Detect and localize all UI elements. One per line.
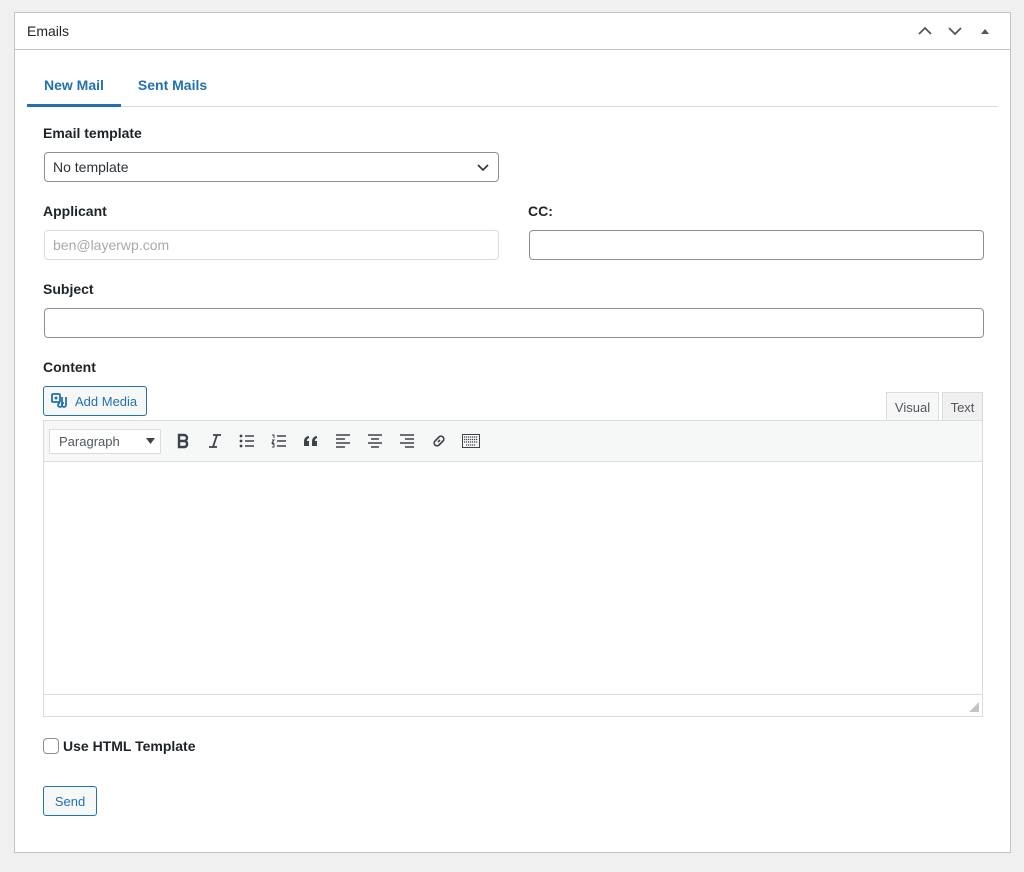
subject-label: Subject [43, 281, 94, 297]
move-down-button[interactable] [942, 18, 968, 44]
triangle-up-icon [981, 29, 989, 34]
move-up-button[interactable] [912, 18, 938, 44]
align-left-icon [336, 434, 350, 448]
align-center-button[interactable] [359, 427, 391, 455]
editor-statusbar [44, 694, 982, 715]
triangle-down-icon [146, 438, 155, 444]
align-center-icon [368, 434, 382, 448]
emails-postbox: Emails New Mail Sent Mails Email templat… [14, 12, 1011, 853]
chevron-down-icon [948, 27, 962, 36]
italic-button[interactable] [199, 427, 231, 455]
media-icon [51, 393, 67, 408]
bulleted-list-icon [239, 434, 254, 448]
blockquote-button[interactable] [295, 427, 327, 455]
toolbar-toggle-icon [462, 434, 480, 448]
html-template-label[interactable]: Use HTML Template [63, 738, 196, 754]
toggle-panel-button[interactable] [972, 18, 998, 44]
email-template-label: Email template [43, 125, 142, 141]
cc-label: CC: [528, 203, 553, 219]
html-template-option: Use HTML Template [43, 738, 196, 754]
italic-icon [209, 434, 221, 448]
subject-field[interactable] [44, 308, 984, 338]
editor-body[interactable] [44, 462, 982, 694]
postbox-title: Emails [27, 23, 70, 39]
toolbar-toggle-button[interactable] [455, 427, 487, 455]
bold-button[interactable] [167, 427, 199, 455]
tab-visual[interactable]: Visual [886, 392, 939, 421]
link-button[interactable] [423, 427, 455, 455]
html-template-checkbox[interactable] [43, 738, 59, 754]
chevron-up-icon [918, 26, 932, 35]
blockquote-icon [304, 436, 317, 446]
tab-text[interactable]: Text [942, 392, 983, 421]
send-button[interactable]: Send [43, 786, 97, 816]
format-select[interactable]: Paragraph [49, 428, 161, 454]
mail-tabs: New Mail Sent Mails [27, 74, 998, 107]
align-right-icon [400, 434, 414, 448]
email-template-selected: No template [53, 159, 129, 175]
chevron-down-icon [477, 164, 489, 172]
resize-handle-icon[interactable] [969, 702, 979, 712]
postbox-header: Emails [15, 13, 1010, 50]
bold-icon [177, 433, 189, 449]
editor-toolbar: Paragraph [44, 421, 982, 462]
content-editor: Paragraph [43, 420, 983, 717]
cc-field[interactable] [529, 230, 984, 260]
applicant-label: Applicant [43, 203, 107, 219]
content-label: Content [43, 359, 96, 375]
tab-new-mail[interactable]: New Mail [27, 74, 121, 107]
numbered-list-icon [271, 434, 286, 448]
applicant-field[interactable] [44, 230, 499, 260]
bulleted-list-button[interactable] [231, 427, 263, 455]
link-icon [433, 435, 445, 447]
format-selected: Paragraph [59, 433, 120, 449]
align-right-button[interactable] [391, 427, 423, 455]
tab-sent-mails[interactable]: Sent Mails [121, 74, 224, 106]
numbered-list-button[interactable] [263, 427, 295, 455]
email-template-select[interactable]: No template [44, 152, 499, 182]
align-left-button[interactable] [327, 427, 359, 455]
add-media-button[interactable]: Add Media [43, 386, 148, 416]
header-controls [912, 18, 998, 44]
add-media-label: Add Media [75, 393, 138, 409]
